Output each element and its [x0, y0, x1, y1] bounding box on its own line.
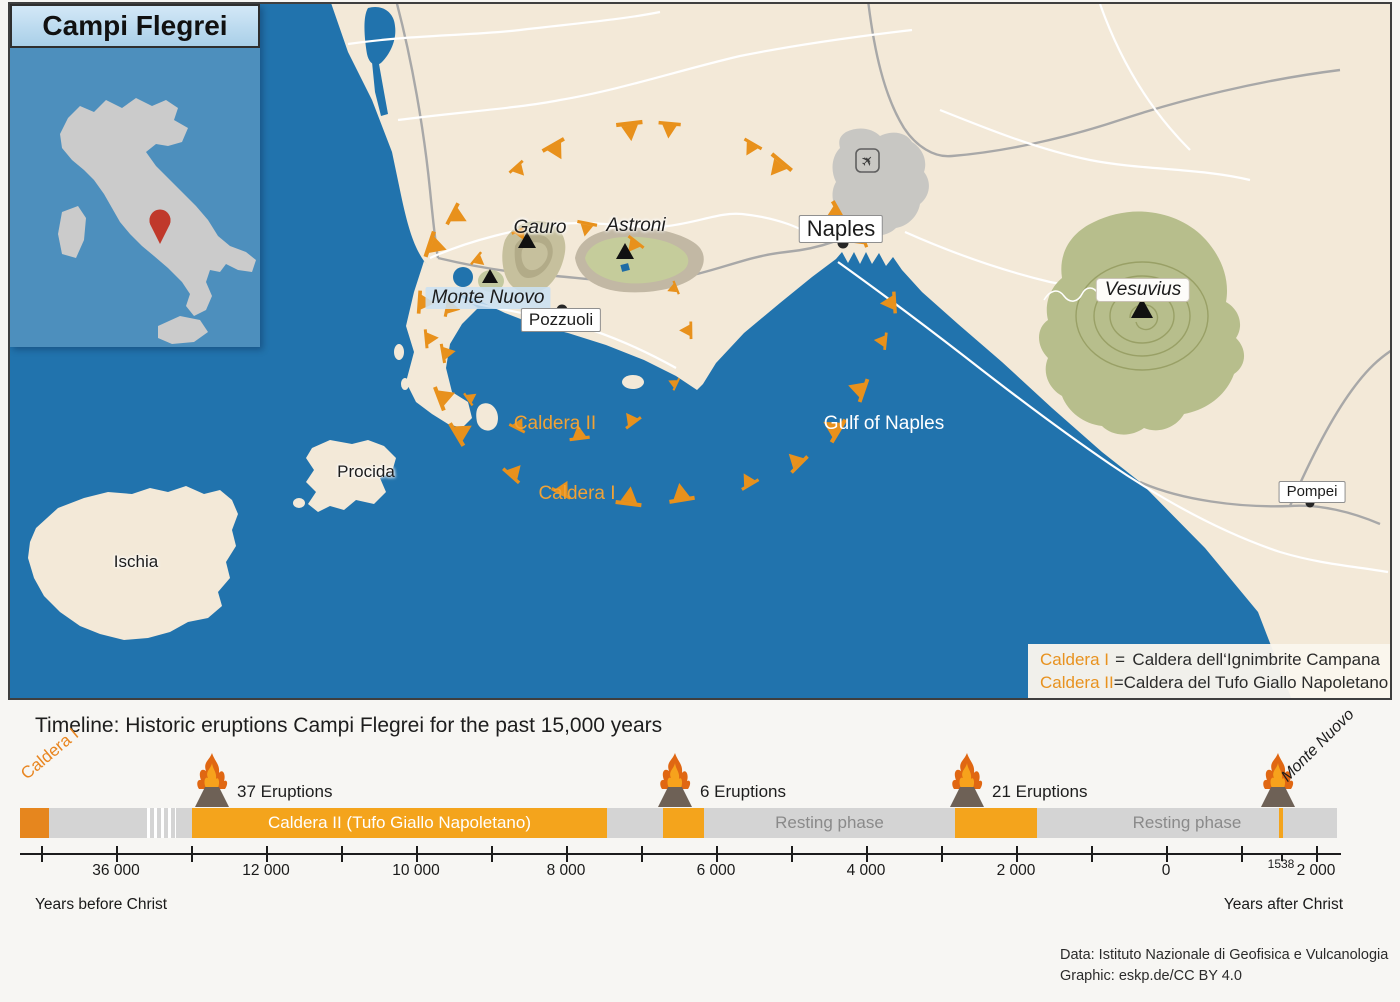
legend-definition: Caldera dell‘Ignimbrite Campana [1132, 648, 1380, 671]
eruption-marker [652, 749, 698, 812]
credits: Data: Istituto Nazionale di Geofisica e … [1060, 945, 1388, 987]
timeline-segment-orange [955, 808, 1037, 838]
axis-tick [1166, 846, 1168, 862]
timeline-segment-orange-dark [20, 808, 49, 838]
axis-tick [266, 846, 268, 862]
axis-caption-right: Years after Christ [1224, 896, 1343, 914]
italy-map [10, 48, 260, 347]
timeline-title: Timeline: Historic eruptions Campi Flegr… [35, 714, 662, 738]
eruption-count-label: 37 Eruptions [237, 782, 332, 802]
nisida-islet [622, 375, 644, 389]
axis-tick [491, 846, 493, 862]
axis-tick [416, 846, 418, 862]
label-astroni: Astroni [606, 215, 665, 237]
monte-nuovo-label: Monte Nuovo [1278, 706, 1358, 786]
axis-tick [1016, 846, 1018, 862]
legend-row: Caldera II = Caldera del Tufo Giallo Nap… [1040, 671, 1380, 694]
map-title: Campi Flegrei [10, 4, 260, 48]
lago-averno [453, 267, 473, 287]
timeline-segment-orange: Caldera II (Tufo Giallo Napoletano) [192, 808, 607, 838]
axis-tick-label: 10 000 [392, 862, 439, 880]
axis-tick [941, 846, 943, 862]
timeline-bar: Caldera II (Tufo Giallo Napoletano) Resti… [0, 808, 1400, 838]
islet [394, 344, 404, 360]
credit-graphic: Graphic: eskp.de/CC BY 4.0 [1060, 966, 1388, 987]
axis-tick-label: 2 000 [997, 862, 1036, 880]
timeline-segment-break [143, 808, 176, 838]
map: ✈ Gauro Astroni Monte Nuovo Pozzuoli Nap… [8, 2, 1392, 700]
axis-tick [866, 846, 868, 862]
legend-row: Caldera I = Caldera dell‘Ignimbrite Camp… [1040, 648, 1380, 671]
legend-definition: Caldera del Tufo Giallo Napoletano [1124, 671, 1389, 694]
label-monte-nuovo: Monte Nuovo [425, 287, 550, 309]
legend-term: Caldera II [1040, 671, 1114, 694]
axis-tick [641, 846, 643, 862]
eruption-count-label: 21 Eruptions [992, 782, 1087, 802]
axis-tick [1091, 846, 1093, 862]
vivara-islet [293, 498, 305, 508]
axis-tick-label-1538: 1538 [1268, 857, 1295, 871]
time-axis [20, 853, 1341, 855]
axis-tick [191, 846, 193, 862]
italy-silhouette [60, 98, 256, 316]
legend-term: Caldera I [1040, 648, 1115, 671]
axis-tick [566, 846, 568, 862]
axis-tick-label: 6 000 [697, 862, 736, 880]
axis-tick [1241, 846, 1243, 862]
credit-data: Data: Istituto Nazionale di Geofisica e … [1060, 945, 1388, 966]
label-vesuvius: Vesuvius [1096, 278, 1190, 302]
islet [401, 378, 409, 390]
airport-icon: ✈ [856, 149, 879, 172]
timeline-segment-gray [176, 808, 192, 838]
axis-tick [1316, 846, 1318, 862]
italy-inset: Campi Flegrei [10, 4, 260, 347]
caldera-legend: Caldera I = Caldera dell‘Ignimbrite Camp… [1028, 644, 1390, 698]
axis-tick [791, 846, 793, 862]
label-pompei: Pompei [1279, 481, 1346, 503]
eruption-marker [189, 749, 235, 812]
label-caldera-1: Caldera I [538, 483, 615, 505]
label-gauro: Gauro [514, 217, 567, 239]
timeline-segment-gray: Resting phase [704, 808, 955, 838]
segment-label: Resting phase [1133, 813, 1242, 833]
axis-tick-label: 4 000 [847, 862, 886, 880]
timeline-segment-gray: Resting phase [1037, 808, 1337, 838]
timeline-segment-gray [607, 808, 663, 838]
label-naples: Naples [799, 215, 883, 243]
volcano-eruption-icon [944, 749, 990, 807]
sardinia-silhouette [58, 206, 86, 258]
eruption-count-label: 6 Eruptions [700, 782, 786, 802]
label-procida: Procida [337, 462, 395, 482]
axis-tick [41, 846, 43, 862]
eruption-timeline: Timeline: Historic eruptions Campi Flegr… [0, 702, 1400, 1002]
sicily-silhouette [158, 316, 208, 344]
label-gulf-of-naples: Gulf of Naples [824, 413, 944, 435]
segment-label: Caldera II (Tufo Giallo Napoletano) [268, 813, 531, 833]
timeline-segment-orange [663, 808, 704, 838]
axis-tick [116, 846, 118, 862]
eruption-marker [944, 749, 990, 812]
timeline-segment-orange-line [1279, 808, 1283, 838]
segment-label: Resting phase [775, 813, 884, 833]
label-caldera-2: Caldera II [514, 413, 596, 435]
volcano-eruption-icon [652, 749, 698, 807]
axis-tick-label: 2 000 [1297, 862, 1336, 880]
axis-tick [716, 846, 718, 862]
axis-tick [341, 846, 343, 862]
infographic-campi-flegrei: ✈ Gauro Astroni Monte Nuovo Pozzuoli Nap… [0, 0, 1400, 1002]
axis-tick-label: 0 [1162, 862, 1171, 880]
axis-tick-label: 8 000 [547, 862, 586, 880]
label-pozzuoli: Pozzuoli [521, 308, 601, 332]
volcano-eruption-icon [189, 749, 235, 807]
timeline-segment-gray [49, 808, 143, 838]
axis-tick-label: 36 000 [92, 862, 139, 880]
axis-caption-left: Years before Christ [35, 896, 167, 914]
label-ischia: Ischia [114, 552, 158, 572]
axis-tick-label: 12 000 [242, 862, 289, 880]
